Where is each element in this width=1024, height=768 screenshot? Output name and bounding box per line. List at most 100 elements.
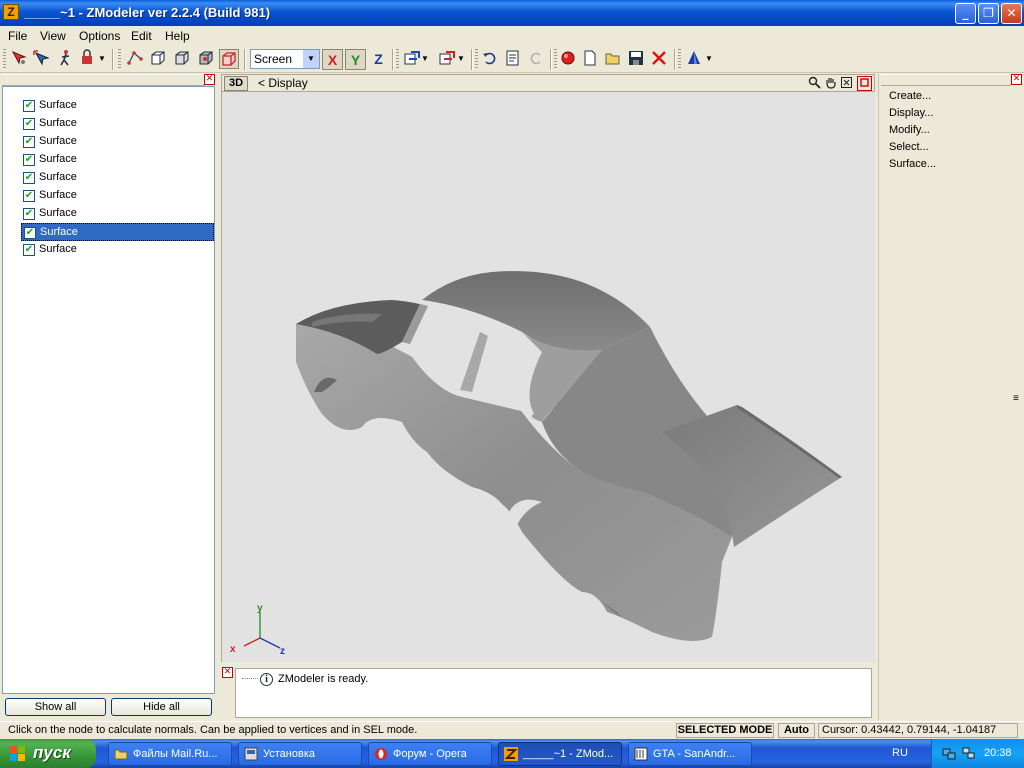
box-mode-icon[interactable]	[148, 49, 168, 69]
face-mode-icon[interactable]	[172, 49, 192, 69]
viewport-3d-toggle[interactable]: 3D	[224, 76, 248, 91]
import-dropdown-icon[interactable]: ▼	[420, 49, 430, 69]
tree-item-surface[interactable]: ✔ Surface	[21, 187, 214, 205]
clock[interactable]: 20:38	[984, 747, 1012, 759]
taskbar-item-gta[interactable]: GTA - SanAndr...	[628, 742, 752, 766]
close-button[interactable]: ✕	[1001, 3, 1022, 24]
chevron-down-icon[interactable]: ▼	[303, 50, 319, 68]
open-folder-icon[interactable]	[603, 49, 623, 69]
move-icon[interactable]	[31, 49, 51, 69]
render-icon[interactable]	[558, 49, 578, 69]
taskbar-item-opera[interactable]: Форум - Opera	[368, 742, 492, 766]
export-dropdown-icon[interactable]: ▼	[456, 49, 466, 69]
taskbar-item-zmodeler[interactable]: _____~1 - ZMod...	[498, 742, 622, 766]
taskbar-item-mail-files[interactable]: Файлы Mail.Ru...	[108, 742, 232, 766]
auto-indicator[interactable]: Auto	[778, 723, 815, 738]
view-select[interactable]: Screen ▼	[250, 49, 320, 69]
visibility-checkbox[interactable]: ✔	[23, 208, 35, 220]
minimize-button[interactable]: _	[955, 3, 976, 24]
zmodeler-app-icon[interactable]: Z	[3, 4, 19, 20]
gta-icon	[634, 747, 648, 761]
visibility-checkbox[interactable]: ✔	[23, 154, 35, 166]
menu-options[interactable]: Options	[79, 29, 120, 43]
car-body-model[interactable]	[222, 92, 876, 662]
menu-view[interactable]: View	[40, 29, 66, 43]
axis-x-button[interactable]: X	[322, 49, 343, 70]
import-icon[interactable]	[402, 49, 422, 69]
toolbar-grip[interactable]	[554, 49, 557, 70]
visibility-checkbox[interactable]: ✔	[23, 244, 35, 256]
group-mode-icon[interactable]	[219, 49, 239, 69]
hide-all-button[interactable]: Hide all	[111, 698, 212, 716]
selection-mode-indicator[interactable]: SELECTED MODE	[676, 723, 774, 738]
zoom-icon[interactable]	[807, 76, 822, 91]
tree-item-surface[interactable]: ✔ Surface	[21, 115, 214, 133]
taskbar-item-label: GTA - SanAndr...	[653, 748, 736, 760]
delete-icon[interactable]	[649, 49, 669, 69]
select-icon[interactable]	[9, 49, 29, 69]
network-activity-icon[interactable]	[962, 746, 976, 760]
visibility-checkbox[interactable]: ✔	[24, 227, 36, 239]
toolbar-grip[interactable]	[475, 49, 478, 70]
pan-hand-icon[interactable]	[823, 76, 838, 91]
tree-item-surface[interactable]: ✔ Surface	[21, 133, 214, 151]
object-mode-icon[interactable]	[196, 49, 216, 69]
visibility-checkbox[interactable]: ✔	[23, 100, 35, 112]
visibility-checkbox[interactable]: ✔	[23, 136, 35, 148]
visibility-checkbox[interactable]: ✔	[23, 190, 35, 202]
surface-menu-item[interactable]: Surface...	[889, 158, 936, 170]
close-icon[interactable]: ✕	[222, 667, 233, 678]
taskbar-item-setup[interactable]: Установка	[238, 742, 362, 766]
display-menu-item[interactable]: Display...	[889, 107, 933, 119]
new-file-icon[interactable]	[580, 49, 600, 69]
visibility-checkbox[interactable]: ✔	[23, 118, 35, 130]
lock-icon[interactable]	[78, 49, 98, 69]
3d-viewport[interactable]: y x z	[221, 92, 875, 662]
export-icon[interactable]	[437, 49, 457, 69]
select-menu-item[interactable]: Select...	[889, 141, 929, 153]
vertex-mode-icon[interactable]	[125, 49, 145, 69]
maximize-viewport-icon[interactable]	[857, 76, 872, 91]
axis-y-button[interactable]: Y	[345, 49, 366, 70]
lock-dropdown-icon[interactable]: ▼	[97, 49, 107, 69]
close-icon[interactable]: ✕	[204, 74, 215, 85]
panel-scrollbar[interactable]: ≡	[1012, 86, 1024, 716]
viewport-display-label[interactable]: < Display	[258, 76, 308, 90]
tree-item-surface[interactable]: ✔ Surface	[21, 97, 214, 115]
scroll-grip-icon[interactable]: ≡	[1013, 394, 1019, 404]
toolbar-separator	[550, 49, 552, 70]
toolbar-grip[interactable]	[118, 49, 121, 70]
tree-item-surface[interactable]: ✔ Surface	[21, 169, 214, 187]
visibility-checkbox[interactable]: ✔	[23, 172, 35, 184]
fit-view-icon[interactable]	[839, 76, 854, 91]
axis-z-button[interactable]: Z	[368, 49, 389, 70]
toolbar-grip[interactable]	[3, 49, 6, 70]
maximize-button[interactable]: ❐	[978, 3, 999, 24]
toolbar-grip[interactable]	[396, 49, 399, 70]
menu-edit[interactable]: Edit	[131, 29, 152, 43]
network-icon[interactable]	[942, 746, 956, 760]
save-icon[interactable]	[626, 49, 646, 69]
tree-item-surface[interactable]: ✔ Surface	[21, 241, 214, 259]
folder-icon	[114, 749, 128, 760]
language-indicator[interactable]: RU	[892, 747, 908, 759]
figure-icon[interactable]	[55, 49, 75, 69]
toolbar-grip[interactable]	[678, 49, 681, 70]
menu-help[interactable]: Help	[165, 29, 190, 43]
tree-item-surface[interactable]: ✔ Surface	[21, 151, 214, 169]
main-toolbar: ▼ ▼ ▼ ▼	[0, 46, 1024, 73]
material-icon[interactable]	[684, 49, 704, 69]
undo-icon[interactable]	[480, 49, 500, 69]
redo-icon[interactable]	[526, 49, 546, 69]
modify-menu-item[interactable]: Modify...	[889, 124, 930, 136]
close-icon[interactable]: ✕	[1011, 74, 1022, 85]
tree-item-surface[interactable]: ✔ Surface	[21, 223, 214, 241]
start-button[interactable]: пуск	[0, 739, 96, 768]
material-dropdown-icon[interactable]: ▼	[704, 49, 714, 69]
command-panel: ✕ Create... Display... Modify... Select.…	[878, 74, 1024, 720]
create-menu-item[interactable]: Create...	[889, 90, 931, 102]
menu-file[interactable]: File	[8, 29, 27, 43]
tree-item-surface[interactable]: ✔ Surface	[21, 205, 214, 223]
properties-icon[interactable]	[503, 49, 523, 69]
show-all-button[interactable]: Show all	[5, 698, 106, 716]
